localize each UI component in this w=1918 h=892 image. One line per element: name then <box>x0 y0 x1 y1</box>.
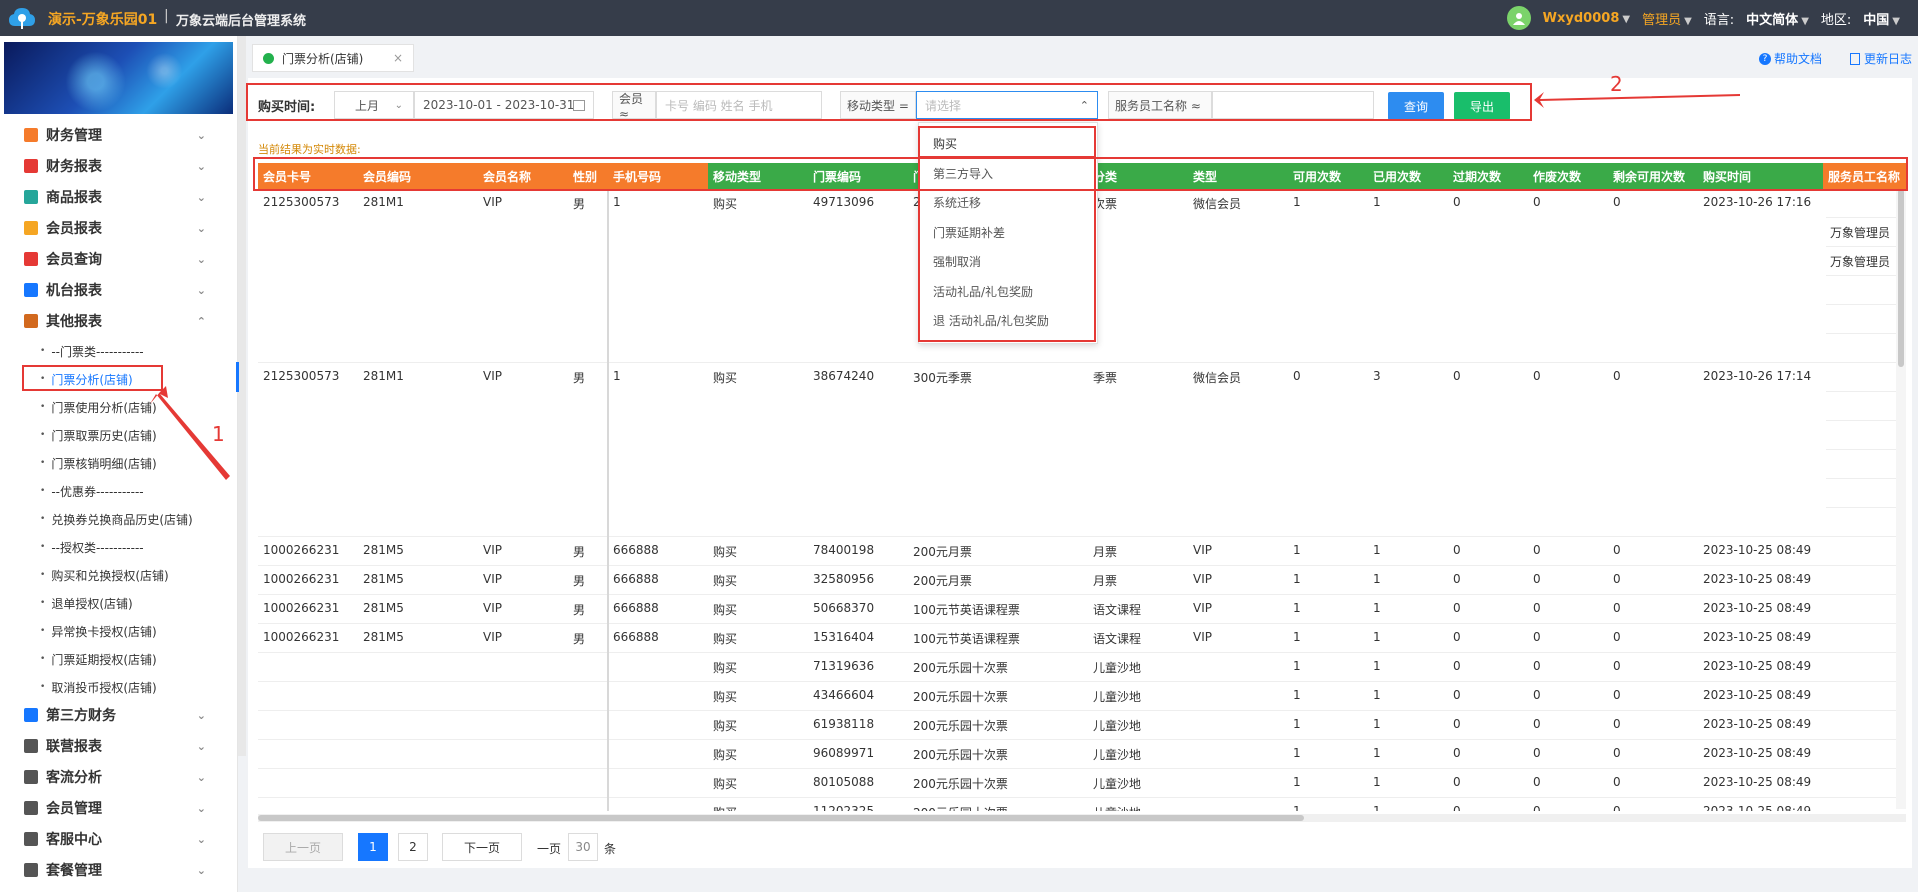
arrow-2 <box>1534 92 1740 108</box>
arrow-1 <box>150 386 230 480</box>
annotation-arrows <box>150 92 1740 480</box>
